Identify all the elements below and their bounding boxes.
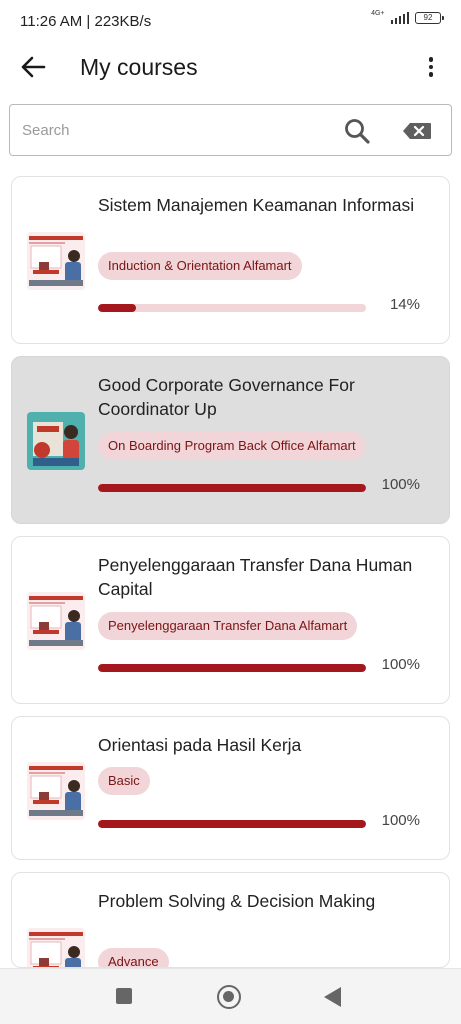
status-icons: 4G+ 92 bbox=[371, 9, 444, 24]
course-thumbnail bbox=[27, 412, 85, 470]
course-thumbnail-icon bbox=[27, 412, 85, 470]
search-input[interactable] bbox=[22, 115, 332, 145]
progress-bar bbox=[98, 820, 366, 828]
home-button[interactable] bbox=[217, 985, 241, 1009]
progress-percent: 100% bbox=[381, 476, 420, 493]
progress-bar-fill bbox=[98, 304, 136, 312]
course-thumbnail bbox=[27, 592, 85, 650]
status-bar: 11:26 AM | 223KB/s 4G+ 92 bbox=[0, 0, 461, 44]
app-bar: My courses bbox=[0, 44, 461, 90]
page-title: My courses bbox=[80, 54, 198, 80]
backspace-clear-icon[interactable] bbox=[402, 122, 432, 140]
course-category-tag: Induction & Orientation Alfamart bbox=[98, 252, 302, 280]
progress-bar-fill bbox=[98, 484, 366, 492]
course-category-tag: Penyelenggaraan Transfer Dana Alfamart bbox=[98, 612, 358, 640]
progress-percent: 100% bbox=[381, 812, 420, 829]
course-thumbnail-icon bbox=[27, 592, 85, 650]
progress-bar bbox=[98, 484, 366, 492]
course-title: Problem Solving & Decision Making bbox=[98, 891, 376, 911]
progress-percent: 14% bbox=[389, 296, 420, 313]
more-options-button[interactable] bbox=[417, 54, 445, 80]
battery-icon: 92 bbox=[415, 12, 444, 24]
recent-apps-button[interactable] bbox=[116, 988, 132, 1004]
course-card[interactable]: Good Corporate Governance For Coordinato… bbox=[11, 356, 450, 524]
more-vert-icon bbox=[428, 57, 434, 62]
course-card[interactable]: Penyelenggaraan Transfer Dana Human Capi… bbox=[11, 536, 450, 704]
search-box bbox=[9, 104, 452, 156]
course-thumbnail-icon bbox=[27, 232, 85, 290]
course-thumbnail-icon bbox=[27, 928, 85, 967]
arrow-left-icon bbox=[21, 56, 46, 78]
signal-icon bbox=[390, 12, 409, 24]
progress-bar bbox=[98, 304, 366, 312]
status-time: 11:26 AM | 223KB/s bbox=[20, 13, 152, 30]
network-type: 4G+ bbox=[371, 9, 385, 17]
course-card[interactable]: Problem Solving & Decision Making Advance bbox=[11, 872, 450, 968]
course-thumbnail bbox=[27, 762, 85, 820]
course-title: Sistem Manajemen Keamanan Informasi bbox=[98, 195, 415, 215]
back-button[interactable] bbox=[18, 54, 48, 80]
system-nav-bar bbox=[0, 968, 461, 1024]
progress-percent: 100% bbox=[381, 656, 420, 673]
course-category-tag: Advance bbox=[98, 948, 169, 967]
progress-bar bbox=[98, 664, 366, 672]
course-category-tag: Basic bbox=[98, 767, 150, 795]
battery-level: 92 bbox=[423, 13, 433, 22]
progress-bar-fill bbox=[98, 820, 366, 828]
course-thumbnail-icon bbox=[27, 762, 85, 820]
search-icon[interactable] bbox=[344, 118, 370, 144]
course-card[interactable]: Orientasi pada Hasil Kerja Basic 100% bbox=[11, 716, 450, 860]
course-thumbnail bbox=[27, 928, 85, 967]
course-card[interactable]: Sistem Manajemen Keamanan Informasi Induc… bbox=[11, 176, 450, 344]
progress-bar-fill bbox=[98, 664, 366, 672]
system-back-button[interactable] bbox=[324, 987, 341, 1007]
course-title: Orientasi pada Hasil Kerja bbox=[98, 735, 302, 755]
course-thumbnail bbox=[27, 232, 85, 290]
course-title: Penyelenggaraan Transfer Dana Human Capi… bbox=[98, 555, 413, 599]
course-category-tag: On Boarding Program Back Office Alfamart bbox=[98, 432, 366, 460]
course-title: Good Corporate Governance For Coordinato… bbox=[98, 375, 355, 419]
